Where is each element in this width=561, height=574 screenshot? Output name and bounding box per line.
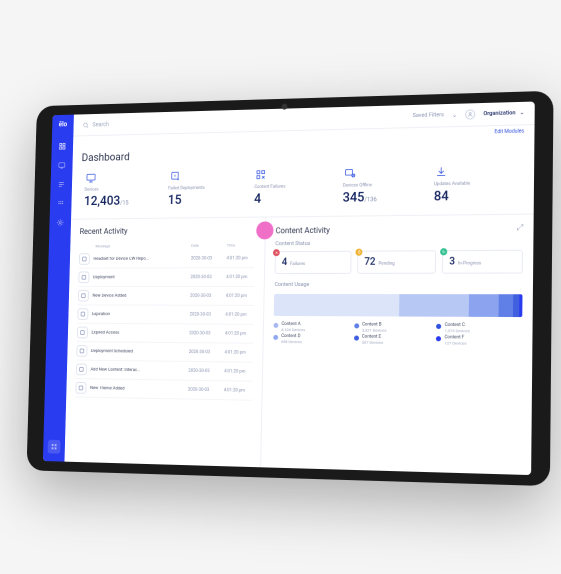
- screen: ēlo Search Saved Filters ⌄ Organization …: [42, 102, 534, 476]
- status-cards: ✕4Failures ⏱72Pending ↻3In-Progress: [274, 250, 522, 274]
- saved-filters-link[interactable]: Saved Filters: [412, 112, 443, 119]
- activity-type-icon: [78, 253, 89, 265]
- nav-dashboard-icon[interactable]: [57, 141, 66, 151]
- legend-dot-icon: [436, 324, 441, 329]
- legend-item[interactable]: Content B3,321 Devices: [353, 322, 428, 333]
- legend-item[interactable]: Content C1,373 Devices: [436, 323, 512, 334]
- legend-dot-icon: [273, 323, 278, 328]
- legend-item[interactable]: Content E307 Devices: [353, 335, 428, 346]
- tablet-frame: ēlo Search Saved Filters ⌄ Organization …: [26, 91, 553, 486]
- stat-updates[interactable]: Updates Available 84: [429, 161, 523, 206]
- camera-dot: [281, 104, 287, 110]
- content-panels: Recent Activity Message Date Time Headse…: [64, 215, 533, 476]
- nav-apps-icon[interactable]: [56, 199, 65, 209]
- highlight-dot: [256, 221, 274, 239]
- offline-icon: [342, 166, 356, 180]
- brand-logo: ēlo: [58, 121, 67, 129]
- nav-devices-icon[interactable]: [57, 160, 66, 170]
- usage-segment: [398, 294, 468, 317]
- table-row[interactable]: Deployment2020-30-034:01:20 pm: [78, 268, 255, 287]
- usage-segment: [512, 294, 519, 317]
- search-placeholder: Search: [92, 121, 109, 128]
- organization-dropdown[interactable]: Organization ⌄: [483, 110, 524, 117]
- legend-dot-icon: [273, 335, 278, 340]
- activity-type-icon: [76, 327, 87, 339]
- status-pending[interactable]: ⏱72Pending: [357, 250, 436, 274]
- legend-item[interactable]: Content F127 Devices: [436, 335, 513, 346]
- legend-item[interactable]: Content D658 Devices: [273, 334, 346, 345]
- deploy-fail-icon: [168, 170, 181, 184]
- main-area: Search Saved Filters ⌄ Organization ⌄ Ed…: [64, 102, 534, 476]
- table-row[interactable]: Expired Access2020-30-034:01:20 pm: [76, 324, 253, 344]
- org-label: Organization: [483, 110, 515, 117]
- usage-segment: [273, 294, 398, 317]
- table-row[interactable]: New Device Added2020-30-034:01:20 pm: [77, 287, 254, 306]
- content-status-subtitle: Content Status: [275, 239, 523, 247]
- legend-item[interactable]: Content A6,104 Devices: [273, 322, 346, 333]
- status-failures[interactable]: ✕4Failures: [274, 251, 351, 274]
- usage-segment: [519, 294, 522, 317]
- activity-type-icon: [77, 290, 88, 302]
- search-icon: [82, 121, 88, 128]
- table-row[interactable]: New Theme Added2020-30-034:01:20 pm: [75, 379, 252, 401]
- table-row[interactable]: Expiration2020-30-034:01:20 pm: [77, 305, 254, 324]
- search-input[interactable]: Search: [82, 113, 404, 128]
- expand-icon[interactable]: ⤢: [516, 223, 523, 233]
- table-row[interactable]: Deployment Scheduled2020-30-034:01:20 pm: [76, 342, 253, 363]
- nav-settings-icon[interactable]: [55, 218, 64, 228]
- status-inprogress[interactable]: ↻3In-Progress: [441, 250, 522, 274]
- chevron-down-icon[interactable]: ⌄: [451, 111, 456, 118]
- activity-rows: Headset for Device CW Repo...2020-30-034…: [75, 249, 255, 400]
- x-icon: ✕: [273, 249, 280, 256]
- stat-devices-offline[interactable]: Devices Offline 345/136: [338, 163, 430, 208]
- content-activity-panel: Content Activity ⤢ Content Status ✕4Fail…: [261, 215, 533, 476]
- usage-bar-chart: [273, 294, 522, 317]
- activity-type-icon: [77, 308, 88, 320]
- content-usage-subtitle: Content Usage: [274, 282, 522, 288]
- download-icon: [434, 165, 448, 179]
- table-row[interactable]: Headset for Device CW Repo...2020-30-034…: [78, 249, 254, 268]
- clock-icon: ⏱: [355, 249, 362, 256]
- stat-content-failures[interactable]: Content Failures 4: [250, 165, 339, 209]
- legend-dot-icon: [436, 336, 441, 341]
- activity-type-icon: [76, 345, 87, 357]
- stats-row: Devices 12,403/15 Failed Deployments 15 …: [71, 161, 534, 220]
- recent-activity-title: Recent Activity: [79, 226, 255, 236]
- nav-grid-icon[interactable]: [47, 440, 60, 454]
- sync-icon: ↻: [440, 248, 447, 255]
- legend-dot-icon: [353, 336, 358, 341]
- activity-type-icon: [78, 272, 89, 284]
- usage-segment: [498, 294, 512, 317]
- user-avatar-icon[interactable]: [465, 109, 475, 119]
- usage-segment: [469, 294, 499, 317]
- chevron-down-icon: ⌄: [519, 110, 524, 116]
- usage-legend: Content A6,104 Devices Content B3,321 Dev…: [273, 322, 522, 346]
- topbar-right: Saved Filters ⌄ Organization ⌄: [412, 108, 524, 121]
- recent-activity-panel: Recent Activity Message Date Time Headse…: [64, 218, 266, 468]
- activity-type-icon: [75, 382, 86, 394]
- nav-content-icon[interactable]: [56, 180, 65, 190]
- content-fail-icon: [254, 168, 268, 182]
- legend-dot-icon: [354, 323, 359, 328]
- content-activity-title: Content Activity: [275, 225, 330, 234]
- monitor-icon: [84, 171, 97, 185]
- stat-failed-deployments[interactable]: Failed Deployments 15: [164, 166, 251, 209]
- stat-devices[interactable]: Devices 12,403/15: [80, 168, 165, 211]
- activity-type-icon: [75, 363, 86, 375]
